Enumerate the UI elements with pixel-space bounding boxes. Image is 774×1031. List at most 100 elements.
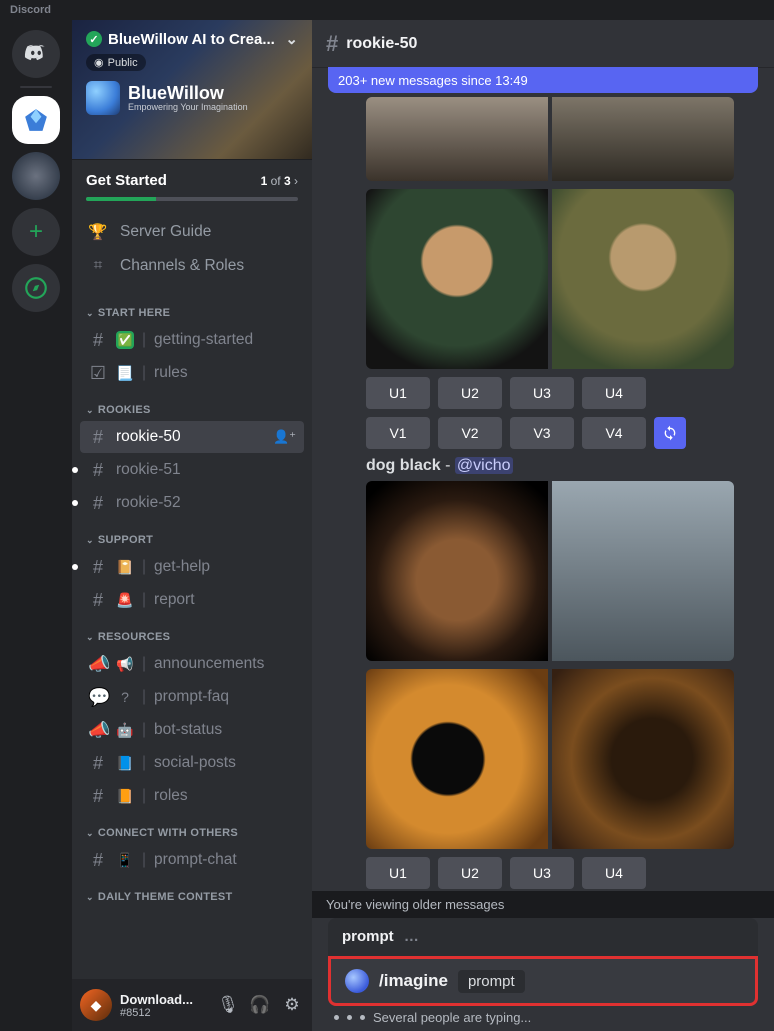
public-badge: ◉ Public [86,54,146,71]
server-name: BlueWillow AI to Crea... [108,31,275,48]
user-avatar[interactable]: ◆ [80,989,112,1021]
compass-icon [23,275,49,301]
guild-separator [20,86,52,88]
category-header[interactable]: ⌄SUPPORT [80,520,304,550]
add-server-button[interactable]: + [12,208,60,256]
chevron-down-icon: ⌄ [86,308,94,319]
server-header[interactable]: ✓ BlueWillow AI to Crea... ⌄ ◉ Public Bl… [72,20,312,160]
channel-label: report [154,591,296,609]
channel-label: rookie-52 [116,494,296,512]
image-tile[interactable] [366,189,548,369]
hash-icon: # [88,753,108,774]
reroll-button[interactable] [654,417,686,449]
user-mention[interactable]: @vicho [455,457,513,474]
chevron-down-icon: ⌄ [285,30,298,48]
server-other[interactable] [12,152,60,200]
category-header[interactable]: ⌄START HERE [80,293,304,323]
channel-label: rules [154,364,296,382]
explore-servers-button[interactable] [12,264,60,312]
u2-button[interactable]: U2 [438,377,502,409]
channel-rookie-52[interactable]: # rookie-52 [80,487,304,519]
channel-getting-started[interactable]: #✅|getting-started [80,324,304,356]
channel-prompt-chat[interactable]: #📱|prompt-chat [80,844,304,876]
generated-image-grid[interactable] [366,189,734,369]
u1-button[interactable]: U1 [366,857,430,889]
channel-rookie-50[interactable]: #rookie-50👤⁺ [80,421,304,453]
image-tile[interactable] [552,189,734,369]
chevron-down-icon: ⌄ [86,535,94,546]
chevron-down-icon: ⌄ [86,632,94,643]
channel-emoji-icon: ✅ [116,331,134,349]
channel-label: announcements [154,655,296,673]
image-tile[interactable] [366,481,548,661]
hash-icon: # [88,786,108,807]
category-header[interactable]: ⌄ROOKIES [80,390,304,420]
hash-icon: # [88,460,108,481]
channel-get-help[interactable]: #📔|get-help [80,551,304,583]
image-tile[interactable] [552,97,734,181]
u4-button[interactable]: U4 [582,377,646,409]
deafen-button[interactable]: 🎧 [248,995,272,1015]
v2-button[interactable]: V2 [438,417,502,449]
dm-home-button[interactable] [12,30,60,78]
channel-label: bot-status [154,721,296,739]
u3-button[interactable]: U3 [510,377,574,409]
channel-label: getting-started [154,331,296,349]
create-invite-icon[interactable]: 👤⁺ [273,429,296,445]
v1-button[interactable]: V1 [366,417,430,449]
category-header[interactable]: ⌄CONNECT WITH OTHERS [80,813,304,843]
channel-report[interactable]: #🚨|report [80,584,304,616]
viewing-older-bar[interactable]: You're viewing older messages [312,891,774,918]
upscale-button-row: U1U2U3U4 [366,857,758,889]
generated-image-grid[interactable] [366,669,734,849]
channel-rookie-51[interactable]: #rookie-51 [80,454,304,486]
u4-button[interactable]: U4 [582,857,646,889]
message-input[interactable]: /imagine prompt [328,956,758,1006]
image-tile[interactable] [366,669,548,849]
mute-mic-button[interactable]: 🎙 [216,995,240,1015]
hash-icon: 📣 [88,654,108,675]
unread-dot [72,467,78,473]
channel-rules[interactable]: ☑📃|rules [80,357,304,389]
generated-image-grid[interactable] [366,97,734,181]
get-started-title: Get Started [86,172,167,189]
u2-button[interactable]: U2 [438,857,502,889]
image-tile[interactable] [552,669,734,849]
hash-icon: # [88,427,108,448]
channels-roles-item[interactable]: ⌗ Channels & Roles [80,249,304,283]
channel-emoji-icon: 📙 [116,788,134,805]
get-started-card[interactable]: Get Started 1 of 3 › [72,160,312,211]
user-name: Download... [120,992,208,1007]
channel-roles[interactable]: #📙|roles [80,780,304,812]
app-command-icon [345,969,369,993]
channel-label: roles [154,787,296,805]
guild-rail: + [0,20,72,1031]
new-messages-bar[interactable]: 203+ new messages since 13:49 [328,67,758,93]
command-hint-name: prompt [342,928,394,945]
u1-button[interactable]: U1 [366,377,430,409]
hash-icon: # [326,31,338,57]
image-tile[interactable] [552,481,734,661]
image-tile[interactable] [366,97,548,181]
v3-button[interactable]: V3 [510,417,574,449]
user-settings-button[interactable]: ⚙ [280,995,304,1015]
channel-announcements[interactable]: 📣📢|announcements [80,648,304,680]
hash-icon: # [88,493,108,514]
channel-bot-status[interactable]: 📣🤖|bot-status [80,714,304,746]
u3-button[interactable]: U3 [510,857,574,889]
variation-button-row: V1V2V3V4 [366,417,758,449]
channel-header-name: rookie-50 [346,35,417,53]
channel-social-posts[interactable]: #📘|social-posts [80,747,304,779]
channel-list[interactable]: ⌄START HERE#✅|getting-started☑📃|rules⌄RO… [72,293,312,979]
server-guide-item[interactable]: 🏆 Server Guide [80,215,304,249]
channel-prompt-faq[interactable]: 💬?|prompt-faq [80,681,304,713]
globe-icon: ◉ [94,56,104,69]
server-bluewillow[interactable] [12,96,60,144]
generated-image-grid[interactable] [366,481,734,661]
category-header[interactable]: ⌄RESOURCES [80,617,304,647]
command-param-chip[interactable]: prompt [458,970,525,993]
category-header[interactable]: ⌄DAILY THEME CONTEST [80,877,304,907]
v4-button[interactable]: V4 [582,417,646,449]
message-list[interactable]: U1U2U3U4 V1V2V3V4 dog black - @vicho U1U… [312,93,774,918]
hash-icon: # [88,330,108,351]
